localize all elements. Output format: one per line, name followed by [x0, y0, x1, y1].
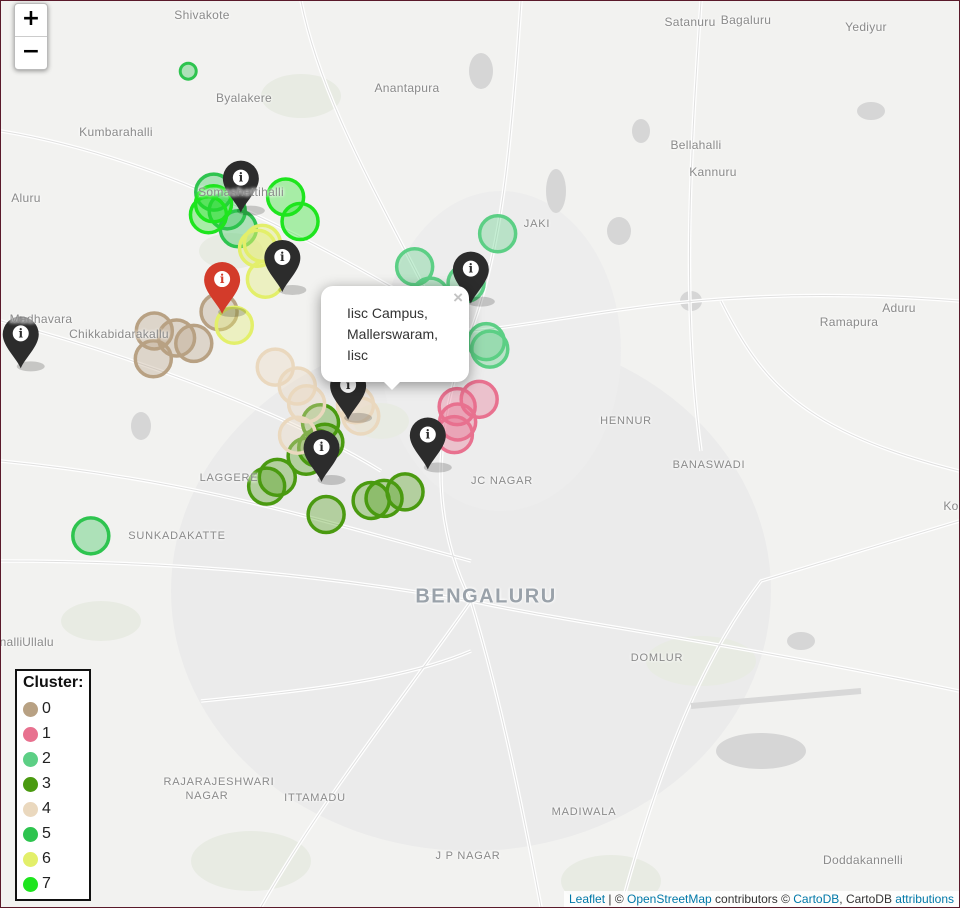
popup-content: Iisc Campus, Mallerswaram, Iisc: [347, 303, 438, 366]
attribution: Leaflet | © OpenStreetMap contributors ©…: [564, 891, 959, 907]
cluster-circle[interactable]: [133, 339, 174, 379]
popup-line: Iisc: [347, 347, 368, 363]
legend-swatch: [23, 876, 38, 892]
attribution-text: | ©: [605, 892, 627, 906]
place-label: Yediyur: [845, 20, 887, 34]
place-label: Doddakannelli: [823, 853, 903, 867]
popup-line: Iisc Campus,: [347, 305, 428, 321]
cluster-circle[interactable]: [178, 61, 198, 81]
place-label: Kannuru: [689, 165, 737, 179]
place-label: JC NAGAR: [470, 475, 534, 487]
place-label: Kumbarahalli: [79, 125, 153, 139]
place-label: Chikkabidarakallu: [69, 327, 169, 341]
place-label: Aluru: [11, 191, 41, 205]
place-label: LAGGERE: [199, 472, 259, 484]
zoom-in-button[interactable]: +: [15, 4, 47, 36]
place-label: Madhavara: [9, 312, 73, 326]
legend-item: 1: [23, 722, 51, 746]
place-label: Bagaluru: [720, 13, 772, 27]
attributions-link[interactable]: attributions: [895, 892, 954, 906]
place-label: Ramapura: [819, 315, 879, 329]
marker-popup: × Iisc Campus, Mallerswaram, Iisc: [321, 286, 469, 390]
cluster-legend: Cluster: 0 1 2 3 4 5 6 7: [15, 669, 91, 901]
cluster-circle[interactable]: [280, 201, 320, 242]
leaflet-link[interactable]: Leaflet: [569, 892, 605, 906]
place-label: NAGAR: [185, 790, 229, 802]
place-label: Ko: [943, 499, 959, 513]
place-label: DOMLUR: [630, 652, 684, 664]
popup-close-button[interactable]: ×: [453, 288, 463, 308]
legend-item: 3: [23, 772, 51, 796]
legend-swatch: [23, 751, 38, 767]
place-label: J P NAGAR: [435, 850, 501, 862]
place-label: BANASWADI: [672, 459, 746, 471]
cluster-circle[interactable]: [477, 213, 518, 254]
legend-item: 5: [23, 822, 51, 846]
legend-swatch: [23, 826, 38, 842]
map-container[interactable]: iiiiiiii Shivakote Satanuru Bagaluru Yediyu…: [0, 0, 960, 908]
legend-item: 4: [23, 797, 51, 821]
attribution-text: contributors ©: [711, 892, 794, 906]
legend-label: 6: [42, 850, 51, 867]
place-label: ITTAMADU: [284, 792, 346, 804]
legend-label: 1: [42, 725, 51, 742]
place-label: Somashettihalli: [198, 185, 284, 199]
legend-label: 3: [42, 775, 51, 792]
legend-label: 7: [42, 875, 51, 892]
place-label: Satanuru: [664, 15, 716, 29]
legend-swatch: [23, 701, 38, 717]
legend-swatch: [23, 801, 38, 817]
place-label: Ullalu: [22, 635, 54, 649]
legend-swatch: [23, 726, 38, 742]
cluster-circle[interactable]: [470, 329, 510, 369]
cluster-circle[interactable]: [188, 194, 229, 235]
place-label: RAJARAJESHWARI: [163, 776, 275, 788]
cluster-circle[interactable]: [71, 516, 111, 556]
info-icon: i: [469, 262, 474, 276]
attribution-text: , CartoDB: [839, 892, 896, 906]
legend-item: 0: [23, 697, 51, 721]
info-icon: i: [220, 272, 225, 286]
zoom-control: + −: [14, 3, 48, 70]
place-label: Shivakote: [174, 8, 230, 22]
place-label: nalli: [0, 635, 23, 649]
place-label: BENGALURU: [415, 585, 557, 608]
info-icon: i: [319, 440, 324, 454]
legend-swatch: [23, 776, 38, 792]
legend-title: Cluster:: [23, 674, 84, 691]
popup-line: Mallerswaram,: [347, 326, 439, 342]
place-label: HENNUR: [600, 415, 652, 427]
legend-label: 0: [42, 700, 51, 717]
cluster-circle[interactable]: [306, 494, 346, 535]
zoom-out-button[interactable]: −: [15, 36, 47, 69]
info-icon: i: [426, 428, 431, 442]
info-icon: i: [18, 326, 23, 340]
info-icon: i: [239, 171, 244, 185]
osm-link[interactable]: OpenStreetMap: [627, 892, 712, 906]
popup-tip: [383, 381, 401, 390]
cluster-circle[interactable]: [174, 323, 214, 364]
place-label: Anantapura: [374, 81, 440, 95]
place-label: SUNKADAKATTE: [128, 530, 226, 542]
cartodb-link[interactable]: CartoDB: [793, 892, 839, 906]
legend-item: 2: [23, 747, 51, 771]
legend-label: 2: [42, 750, 51, 767]
cluster-circle[interactable]: [351, 480, 391, 521]
place-label: Bellahalli: [670, 138, 722, 152]
legend-label: 5: [42, 825, 51, 842]
place-label: Aduru: [882, 301, 916, 315]
legend-label: 4: [42, 800, 51, 817]
place-label: Byalakere: [215, 91, 273, 105]
legend-item: 7: [23, 872, 51, 896]
info-icon: i: [280, 250, 285, 264]
legend-swatch: [23, 851, 38, 867]
place-label: JAKI: [523, 218, 551, 230]
legend-item: 6: [23, 847, 51, 871]
place-label: MADIWALA: [551, 806, 617, 818]
